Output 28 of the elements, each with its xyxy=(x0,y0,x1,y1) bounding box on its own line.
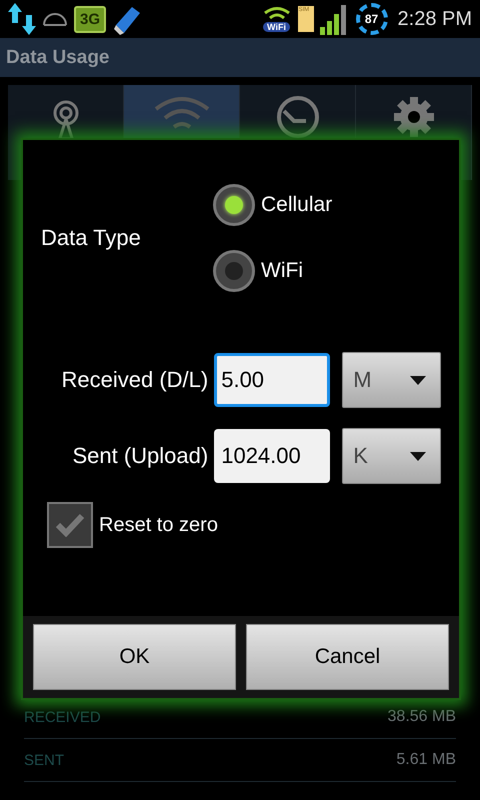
radio-option[interactable]: WiFi xyxy=(213,250,332,292)
gauge-icon xyxy=(42,12,68,26)
number-input[interactable]: 5.00 xyxy=(214,353,330,407)
clock-icon xyxy=(276,95,320,139)
dropdown-arrow-icon xyxy=(410,376,426,384)
checkbox[interactable] xyxy=(47,502,93,548)
field-label: Sent (Upload) xyxy=(71,443,208,469)
radio-option[interactable]: Cellular xyxy=(213,184,332,226)
usage-value: 38.56 MB xyxy=(388,708,456,726)
checkbox-label: Reset to zero xyxy=(99,514,218,536)
number-input[interactable]: 1024.00 xyxy=(214,429,330,483)
app-title: Data Usage xyxy=(6,46,110,68)
usage-value: 5.61 MB xyxy=(396,751,456,769)
network-type-badge: 3G xyxy=(74,6,106,32)
data-type-label: Data Type xyxy=(41,225,142,251)
unit-dropdown[interactable]: M xyxy=(342,352,441,408)
radio-button[interactable] xyxy=(213,250,255,292)
field-label: Received (D/L) xyxy=(60,367,208,393)
dropdown-arrow-icon xyxy=(410,452,426,460)
dialog-button[interactable]: OK xyxy=(33,624,236,690)
checkmark-icon xyxy=(55,513,85,537)
usage-label: RECEIVED xyxy=(24,708,101,726)
dialog-button[interactable]: Cancel xyxy=(246,624,449,690)
clock-time: 2:28 PM xyxy=(398,8,472,30)
usage-label: SENT xyxy=(24,752,64,768)
data-transfer-icon xyxy=(8,3,36,35)
unit-dropdown[interactable]: K xyxy=(342,428,441,484)
radio-button[interactable] xyxy=(213,184,255,226)
